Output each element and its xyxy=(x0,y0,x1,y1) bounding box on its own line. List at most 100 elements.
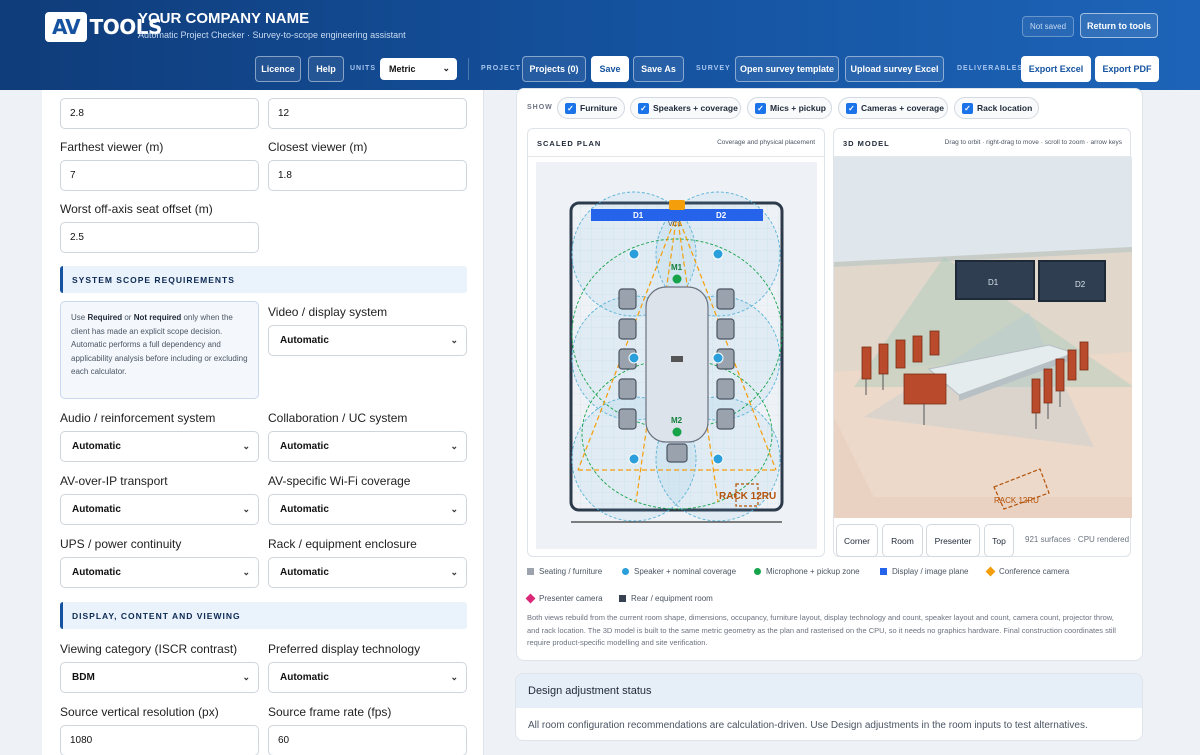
checkbox-checked-icon: ✓ xyxy=(962,103,973,114)
mic-m1-icon xyxy=(672,274,682,284)
rack-enclosure-select[interactable]: Automatic ⌄ xyxy=(268,557,467,588)
units-label: UNITS xyxy=(350,65,376,72)
render-stats: 921 surfaces · CPU rendered xyxy=(1025,535,1130,544)
system-scope-section-header: SYSTEM SCOPE REQUIREMENTS xyxy=(60,266,467,293)
wifi-coverage-select[interactable]: Automatic ⌄ xyxy=(268,494,467,525)
farthest-viewer-input[interactable]: 7 xyxy=(60,160,259,191)
table-box-icon xyxy=(671,356,683,362)
display-content-section-header: DISPLAY, CONTENT AND VIEWING xyxy=(60,602,467,629)
display-technology-label: Preferred display technology xyxy=(268,642,421,656)
ups-power-label: UPS / power continuity xyxy=(60,537,182,551)
note-required: Required xyxy=(87,313,123,322)
show-mics-toggle[interactable]: ✓ Mics + pickup xyxy=(747,97,832,119)
select-value: Automatic xyxy=(280,672,329,683)
export-excel-button[interactable]: Export Excel xyxy=(1021,56,1091,82)
legend-swatch-icon xyxy=(622,568,629,575)
save-status-badge: Not saved xyxy=(1022,16,1075,37)
scaled-plan-card: SCALED PLAN Coverage and physical placem… xyxy=(527,128,825,557)
save-as-button[interactable]: Save As xyxy=(633,56,684,82)
collab-system-select[interactable]: Automatic ⌄ xyxy=(268,431,467,462)
save-button[interactable]: Save xyxy=(591,56,629,82)
logo-av-mark: AV xyxy=(45,12,87,42)
return-to-tools-button[interactable]: Return to tools xyxy=(1080,13,1158,38)
legend-item: Display / image plane xyxy=(880,567,968,576)
scaled-plan-subtitle: Coverage and physical placement xyxy=(717,139,815,146)
chevron-down-icon: ⌄ xyxy=(450,504,458,514)
video-display-select[interactable]: Automatic ⌄ xyxy=(268,325,467,356)
licence-button[interactable]: Licence xyxy=(255,56,301,82)
chevron-down-icon: ⌄ xyxy=(450,441,458,451)
room-inputs-panel: 2.8 12 Farthest viewer (m) Closest viewe… xyxy=(42,90,484,755)
legend-label: Seating / furniture xyxy=(539,567,603,576)
legend-label: Display / image plane xyxy=(892,567,969,576)
view-presenter-button[interactable]: Presenter xyxy=(926,524,980,557)
projects-button[interactable]: Projects (0) xyxy=(522,56,586,82)
view-corner-button[interactable]: Corner xyxy=(836,524,878,557)
show-cameras-toggle[interactable]: ✓ Cameras + coverage xyxy=(838,97,948,119)
project-label: PROJECT xyxy=(481,65,522,72)
export-pdf-button[interactable]: Export PDF xyxy=(1095,56,1159,82)
source-frame-rate-input[interactable]: 60 xyxy=(268,725,467,755)
display-d2-label: D2 xyxy=(716,211,727,220)
3d-rack-label: RACK 12RU xyxy=(994,496,1039,505)
audio-system-select[interactable]: Automatic ⌄ xyxy=(60,431,259,462)
view-room-button[interactable]: Room xyxy=(882,524,923,557)
conference-camera-icon xyxy=(669,200,685,210)
occupancy-input[interactable]: 12 xyxy=(268,98,467,129)
show-rack-toggle[interactable]: ✓ Rack location xyxy=(954,97,1039,119)
view-top-button[interactable]: Top xyxy=(984,524,1014,557)
legend-swatch-icon xyxy=(880,568,887,575)
viewing-category-select[interactable]: BDM ⌄ xyxy=(60,662,259,693)
ups-power-select[interactable]: Automatic ⌄ xyxy=(60,557,259,588)
design-adjustment-card: Design adjustment status All room config… xyxy=(515,673,1143,741)
toolbar-divider xyxy=(468,58,469,80)
chip-label: Speakers + coverage xyxy=(653,103,738,113)
ceiling-height-input[interactable]: 2.8 xyxy=(60,98,259,129)
mic-m2-icon xyxy=(672,427,682,437)
chip-label: Rack location xyxy=(977,103,1033,113)
divider xyxy=(528,156,824,157)
select-value: BDM xyxy=(72,672,95,683)
checkbox-checked-icon: ✓ xyxy=(755,103,766,114)
legend-item: Seating / furniture xyxy=(527,567,602,576)
units-select[interactable]: Metric ⌄ xyxy=(380,58,457,80)
legend-swatch-icon xyxy=(527,568,534,575)
display-technology-select[interactable]: Automatic ⌄ xyxy=(268,662,467,693)
off-axis-offset-input[interactable]: 2.5 xyxy=(60,222,259,253)
display-bar xyxy=(591,209,763,221)
scaled-plan-canvas[interactable]: D1 D2 VC1 M1 M2 RACK 12RU xyxy=(536,162,817,549)
video-display-label: Video / display system xyxy=(268,305,388,319)
chip-label: Furniture xyxy=(580,103,618,113)
closest-viewer-input[interactable]: 1.8 xyxy=(268,160,467,191)
select-value: Automatic xyxy=(72,504,121,515)
source-resolution-input[interactable]: 1080 xyxy=(60,725,259,755)
select-value: Automatic xyxy=(280,335,329,346)
help-button[interactable]: Help xyxy=(308,56,344,82)
chevron-down-icon: ⌄ xyxy=(242,567,250,577)
upload-survey-excel-button[interactable]: Upload survey Excel xyxy=(845,56,944,82)
app-header: AV TOOLS YOUR COMPANY NAME Automatic Pro… xyxy=(0,0,1200,90)
3d-model-viewport[interactable]: D1 D2 RACK 12RU xyxy=(834,157,1132,518)
av-over-ip-select[interactable]: Automatic ⌄ xyxy=(60,494,259,525)
farthest-viewer-label: Farthest viewer (m) xyxy=(60,140,164,154)
survey-label: SURVEY xyxy=(696,65,731,72)
app-subtitle: Automatic Project Checker · Survey-to-sc… xyxy=(138,30,406,40)
legend-swatch-icon xyxy=(754,568,761,575)
show-furniture-toggle[interactable]: ✓ Furniture xyxy=(557,97,625,119)
camera-vc1-label: VC1 xyxy=(668,221,682,228)
company-name: YOUR COMPANY NAME xyxy=(138,10,310,27)
select-value: Automatic xyxy=(72,567,121,578)
open-survey-template-button[interactable]: Open survey template xyxy=(735,56,839,82)
show-speakers-toggle[interactable]: ✓ Speakers + coverage xyxy=(630,97,741,119)
select-value: Automatic xyxy=(280,567,329,578)
chevron-down-icon: ⌄ xyxy=(450,567,458,577)
mic-m1-label: M1 xyxy=(671,263,683,272)
legend-label: Speaker + nominal coverage xyxy=(634,567,737,576)
chevron-down-icon: ⌄ xyxy=(242,441,250,451)
show-label: SHOW xyxy=(527,104,553,111)
chevron-down-icon: ⌄ xyxy=(450,335,458,345)
3d-model-title: 3D MODEL xyxy=(843,139,890,148)
legend-swatch-icon xyxy=(985,566,996,577)
chevron-down-icon: ⌄ xyxy=(450,672,458,682)
off-axis-offset-label: Worst off-axis seat offset (m) xyxy=(60,202,213,216)
